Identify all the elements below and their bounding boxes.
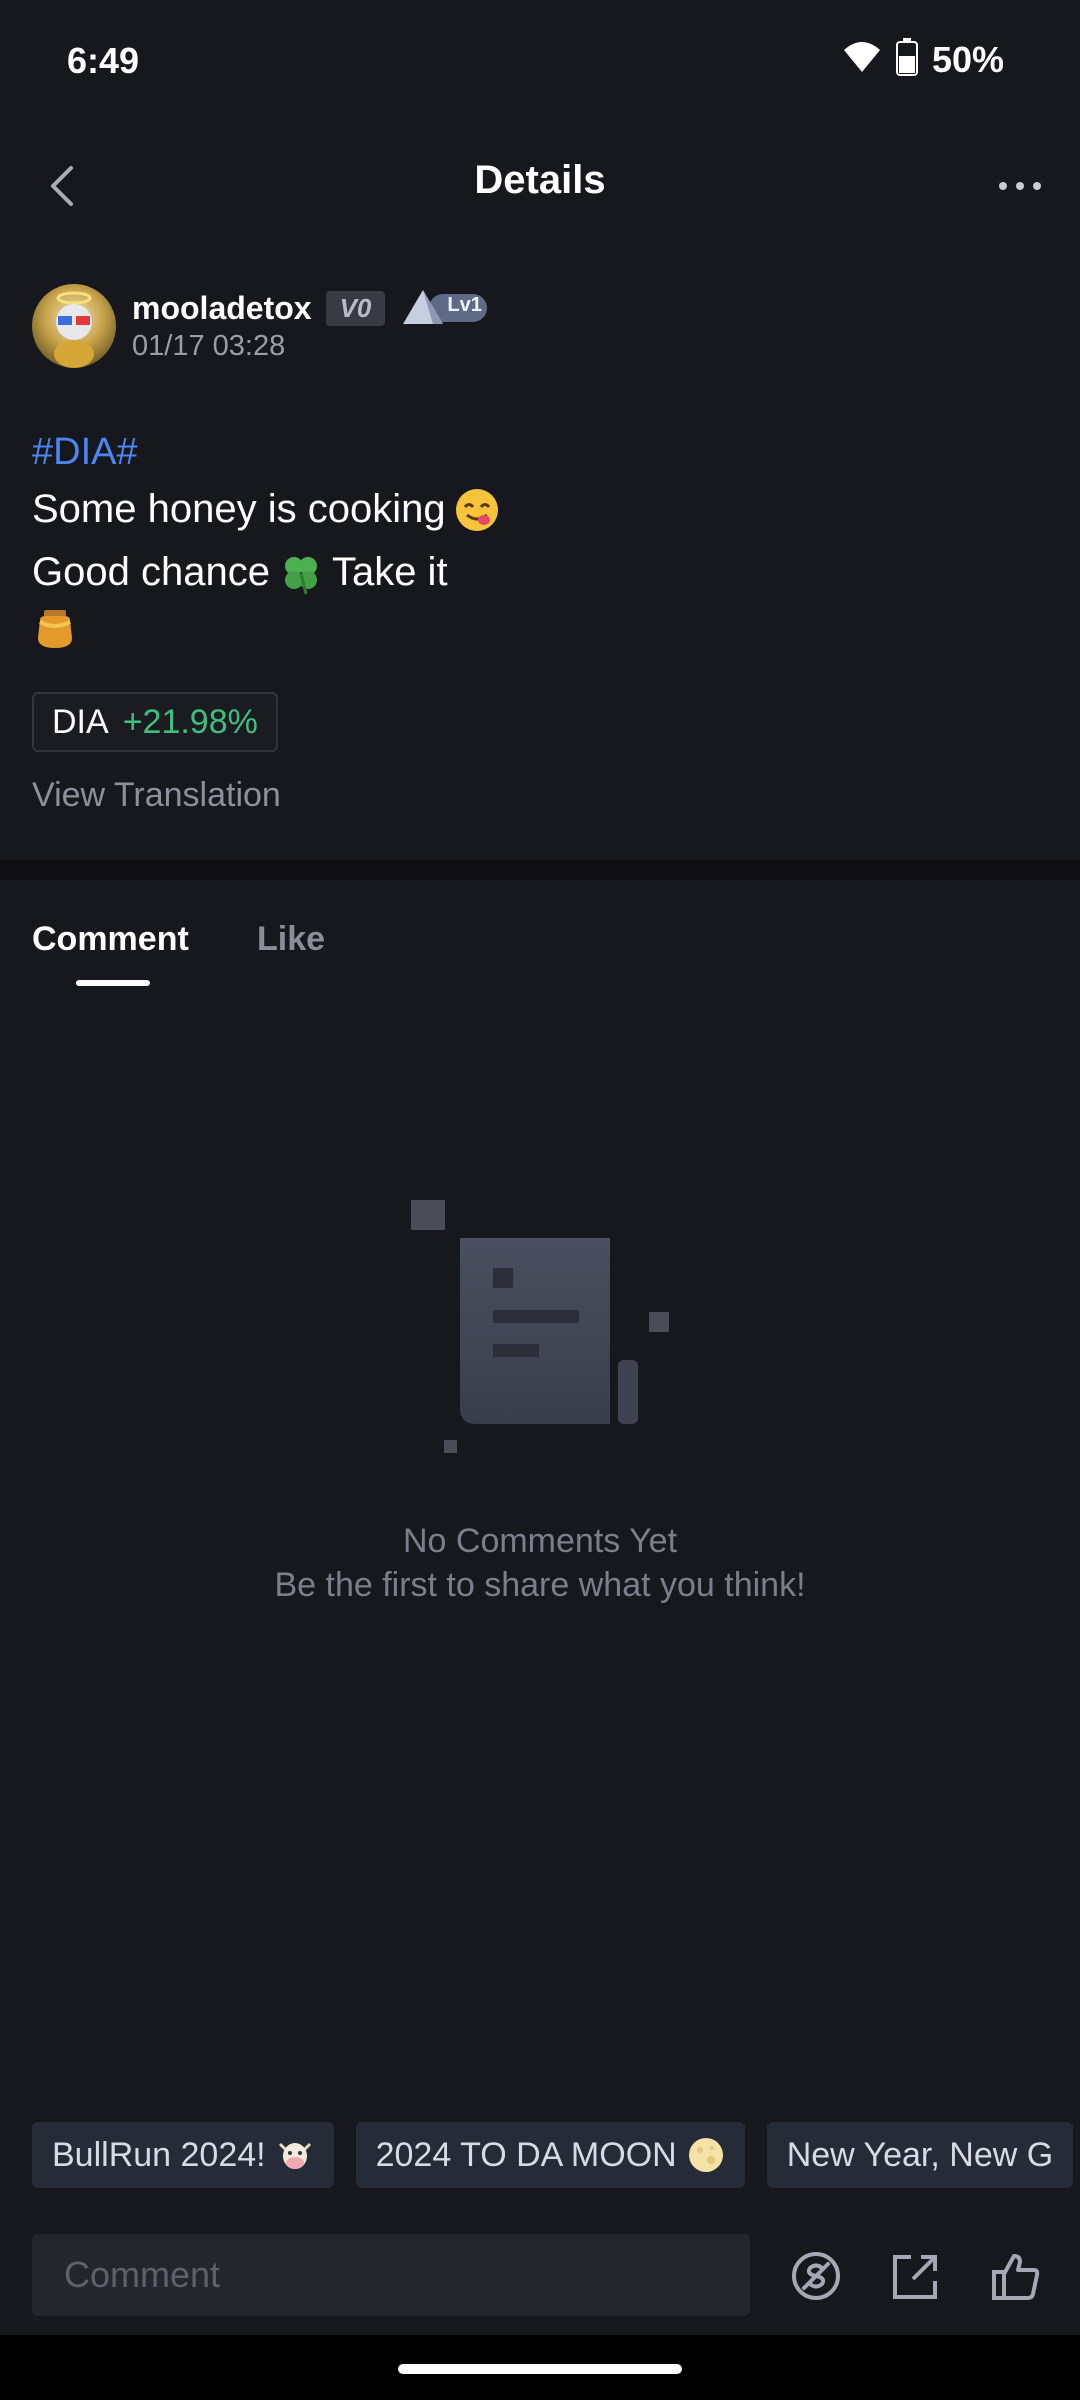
post-line-1: Some honey is cooking bbox=[32, 478, 1048, 541]
app-header: Details bbox=[0, 126, 1080, 246]
avatar[interactable] bbox=[32, 284, 116, 368]
tip-button[interactable] bbox=[786, 2246, 846, 2306]
post-details-screen: 6:49 50% Details mooladetox V0 Lv1 01/17… bbox=[0, 0, 1080, 2400]
thumbs-up-icon bbox=[992, 2254, 1040, 2300]
share-icon bbox=[893, 2255, 937, 2299]
vip-level-badge: V0 bbox=[325, 290, 386, 326]
post-text: Some honey is cooking bbox=[32, 487, 446, 531]
post-timestamp: 01/17 03:28 bbox=[132, 330, 286, 362]
four-leaf-clover-icon bbox=[278, 550, 324, 596]
share-button[interactable] bbox=[886, 2246, 946, 2306]
view-translation-link[interactable]: View Translation bbox=[32, 776, 281, 815]
topic-chips: BullRun 2024! 2024 TO DA MOON New Year, … bbox=[32, 2122, 1074, 2188]
page-title: Details bbox=[474, 158, 606, 202]
active-tab-indicator bbox=[76, 980, 150, 986]
username-row: mooladetox V0 Lv1 bbox=[132, 288, 489, 328]
honey-pot-icon bbox=[32, 604, 78, 650]
tab-comment[interactable]: Comment bbox=[32, 920, 189, 959]
comment-input[interactable]: Comment bbox=[32, 2234, 750, 2316]
full-moon-icon bbox=[688, 2138, 723, 2172]
post-text: Take it bbox=[331, 550, 448, 594]
post-text: Good chance bbox=[32, 550, 270, 594]
topic-chip[interactable]: 2024 TO DA MOON bbox=[355, 2122, 745, 2188]
battery-icon bbox=[895, 38, 918, 81]
more-options-button[interactable] bbox=[980, 156, 1060, 216]
tip-coin-icon bbox=[792, 2252, 840, 2300]
empty-state-subtitle: Be the first to share what you think! bbox=[274, 1566, 806, 1604]
user-level-badge: Lv1 bbox=[399, 288, 489, 328]
more-horizontal-icon bbox=[999, 182, 1041, 190]
post-line-3 bbox=[32, 604, 1048, 650]
post-line-2: Good chance Take it bbox=[32, 541, 1048, 604]
home-indicator[interactable] bbox=[398, 2364, 682, 2374]
coin-tag[interactable]: DIA +21.98% bbox=[32, 692, 278, 752]
section-divider bbox=[0, 860, 1080, 880]
wifi-icon bbox=[842, 40, 882, 79]
topic-chip-label: BullRun 2024! bbox=[52, 2135, 266, 2174]
coin-change: +21.98% bbox=[122, 702, 258, 741]
empty-state-title: No Comments Yet bbox=[402, 1522, 678, 1560]
like-button[interactable] bbox=[986, 2246, 1046, 2306]
post-author: mooladetox V0 Lv1 01/17 03:28 bbox=[32, 284, 1032, 374]
username[interactable]: mooladetox bbox=[132, 290, 312, 327]
empty-document-icon bbox=[400, 1186, 680, 1456]
battery-percentage: 50% bbox=[931, 38, 1004, 80]
status-icons: 50% bbox=[842, 38, 1004, 81]
topic-chip-label: New Year, New G bbox=[786, 2135, 1054, 2174]
status-bar: 6:49 50% bbox=[0, 0, 1080, 126]
post-content: #DIA# Some honey is cooking Good chance … bbox=[32, 426, 1048, 650]
status-time: 6:49 bbox=[67, 40, 140, 81]
yum-face-emoji-icon bbox=[454, 487, 500, 533]
cow-face-icon bbox=[278, 2142, 311, 2169]
topic-chip-label: 2024 TO DA MOON bbox=[375, 2135, 677, 2174]
topic-chip[interactable]: BullRun 2024! bbox=[32, 2122, 334, 2188]
tab-like[interactable]: Like bbox=[257, 920, 325, 959]
level-label: Lv1 bbox=[447, 294, 482, 316]
topic-chip[interactable]: New Year, New G bbox=[766, 2122, 1074, 2188]
hashtag-link[interactable]: #DIA# bbox=[32, 426, 1048, 478]
tab-bar: Comment Like bbox=[0, 900, 1080, 990]
coin-symbol: DIA bbox=[52, 702, 109, 741]
